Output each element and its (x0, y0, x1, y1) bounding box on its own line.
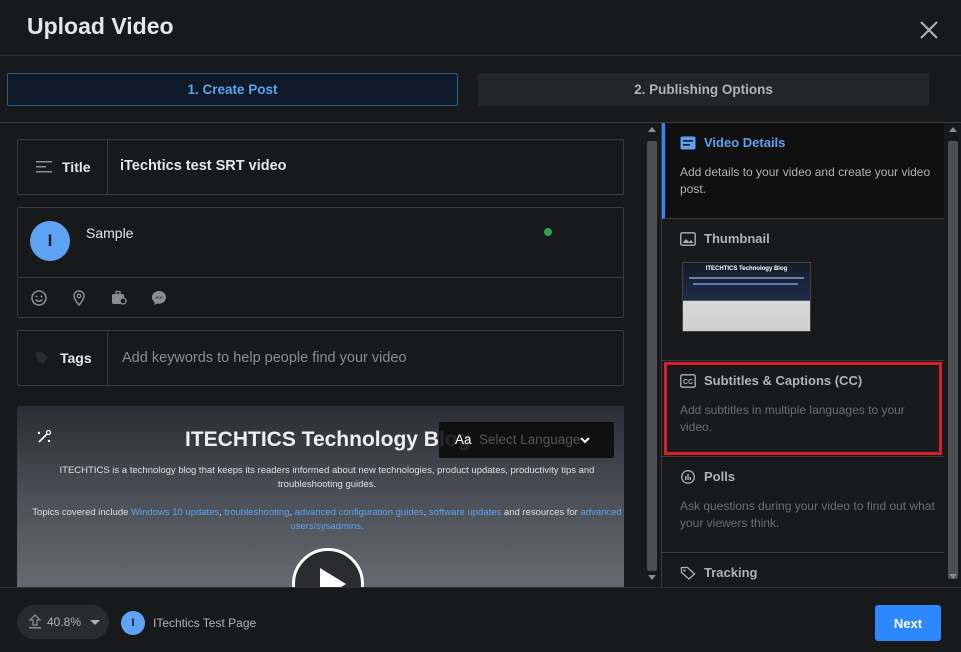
tag-icon (680, 566, 696, 580)
video-preview[interactable]: ITECHTICS Technology Blog ITECHTICS is a… (17, 406, 624, 587)
options-sidebar: Video Details Add details to your video … (661, 123, 944, 587)
dialog-header: Upload Video (0, 0, 961, 56)
post-text-field[interactable]: I Sample (17, 207, 624, 318)
tag-icon (36, 352, 48, 364)
avatar: I (30, 221, 70, 261)
poll-icon (681, 469, 695, 484)
tags-label-box: Tags (18, 331, 108, 385)
dialog-footer: 40.8% I ITechtics Test Page Next (0, 587, 961, 652)
scroll-down-arrow[interactable] (949, 574, 957, 579)
sidebar-item-thumbnail[interactable]: Thumbnail ITECHTICS Technology Blog (662, 219, 944, 361)
scroll-up-arrow[interactable] (648, 127, 656, 132)
scroll-down-arrow[interactable] (648, 575, 656, 580)
create-post-panel: Title iTechtics test SRT video I Sample … (0, 123, 641, 587)
sidebar-item-label: Subtitles & Captions (CC) (704, 373, 863, 388)
video-details-icon (680, 136, 696, 149)
sidebar-item-label: Polls (704, 469, 736, 484)
sidebar-item-description: Add details to your video and create you… (680, 165, 931, 196)
sidebar-item-description: Ask questions during your video to find … (680, 499, 935, 530)
svg-text:CC: CC (683, 379, 693, 386)
tags-input[interactable] (122, 347, 602, 369)
topics-prefix: Topics covered include (32, 507, 129, 518)
tags-label: Tags (60, 350, 92, 366)
dialog-title: Upload Video (27, 13, 174, 39)
chevron-down-icon (580, 437, 590, 444)
thumbnail-image[interactable]: ITECHTICS Technology Blog (682, 262, 811, 332)
sidebar-item-subtitles[interactable]: CC Subtitles & Captions (CC) Add subtitl… (662, 361, 944, 457)
sidebar-item-label: Thumbnail (704, 231, 770, 246)
next-button[interactable]: Next (875, 605, 941, 641)
sidebar-item-label: Video Details (704, 135, 786, 150)
post-text-input[interactable]: Sample (86, 225, 133, 241)
topics-suffix: and resources for (503, 507, 578, 518)
scroll-up-arrow[interactable] (949, 127, 957, 132)
page-avatar: I (121, 611, 145, 635)
tab-create-post[interactable]: 1. Create Post (7, 73, 458, 106)
preview-description: ITECHTICS is a technology blog that keep… (59, 465, 595, 490)
magic-wand-icon[interactable] (35, 428, 53, 446)
text-lines-icon (36, 161, 52, 173)
sidebar-item-tracking[interactable]: Tracking (662, 553, 944, 587)
right-scrollbar[interactable] (945, 123, 961, 587)
thumbnail-title: ITECHTICS Technology Blog (705, 266, 788, 272)
language-aa-label: Aa (455, 432, 472, 447)
cc-icon: CC (680, 373, 696, 388)
play-icon (320, 568, 346, 587)
sidebar-item-video-details[interactable]: Video Details Add details to your video … (662, 123, 944, 219)
sidebar-item-label: Tracking (704, 565, 758, 580)
topics-link-windows: Windows 10 updates (131, 507, 220, 518)
post-tools (30, 289, 168, 309)
title-label: Title (62, 159, 91, 175)
upload-icon (28, 614, 42, 629)
thumbnail-line (689, 277, 804, 279)
title-label-box: Title (18, 140, 108, 194)
topics-link-troubleshooting: troubleshooting (224, 507, 290, 518)
title-input[interactable]: iTechtics test SRT video (120, 158, 287, 174)
caret-down-icon (90, 620, 100, 625)
topics-link-configuration: advanced configuration guides (294, 507, 424, 518)
step-tabs: 1. Create Post 2. Publishing Options (0, 57, 961, 123)
briefcase-search-icon[interactable] (110, 289, 128, 307)
status-dot (544, 228, 552, 236)
scrollbar-thumb[interactable] (647, 141, 657, 571)
title-field[interactable]: Title iTechtics test SRT video (17, 139, 624, 195)
divider (18, 277, 623, 278)
preview-topics: Topics covered include Windows 10 update… (32, 507, 622, 532)
messenger-icon[interactable] (150, 289, 168, 307)
sidebar-item-description: Add subtitles in multiple languages to y… (680, 403, 905, 434)
tab-publishing-options[interactable]: 2. Publishing Options (478, 73, 929, 106)
preview-heading: ITECHTICS Technology Blog (185, 428, 471, 451)
image-icon (680, 231, 696, 246)
language-select[interactable]: Aa Select Language (439, 422, 614, 458)
left-scrollbar[interactable] (645, 123, 659, 587)
upload-percent: 40.8% (47, 615, 82, 629)
play-button[interactable] (292, 548, 364, 587)
thumbnail-line (693, 283, 798, 285)
sidebar-item-polls[interactable]: Polls Ask questions during your video to… (662, 457, 944, 553)
scrollbar-thumb[interactable] (948, 141, 958, 579)
location-pin-icon[interactable] (70, 289, 88, 307)
topics-link-software: software updates (428, 507, 502, 518)
close-icon[interactable] (915, 16, 943, 44)
language-select-label: Select Language (479, 432, 581, 447)
tags-field[interactable]: Tags (17, 330, 624, 386)
upload-progress-button[interactable]: 40.8% (17, 605, 109, 639)
page-name: ITechtics Test Page (153, 616, 257, 630)
emoji-icon[interactable] (30, 289, 48, 307)
